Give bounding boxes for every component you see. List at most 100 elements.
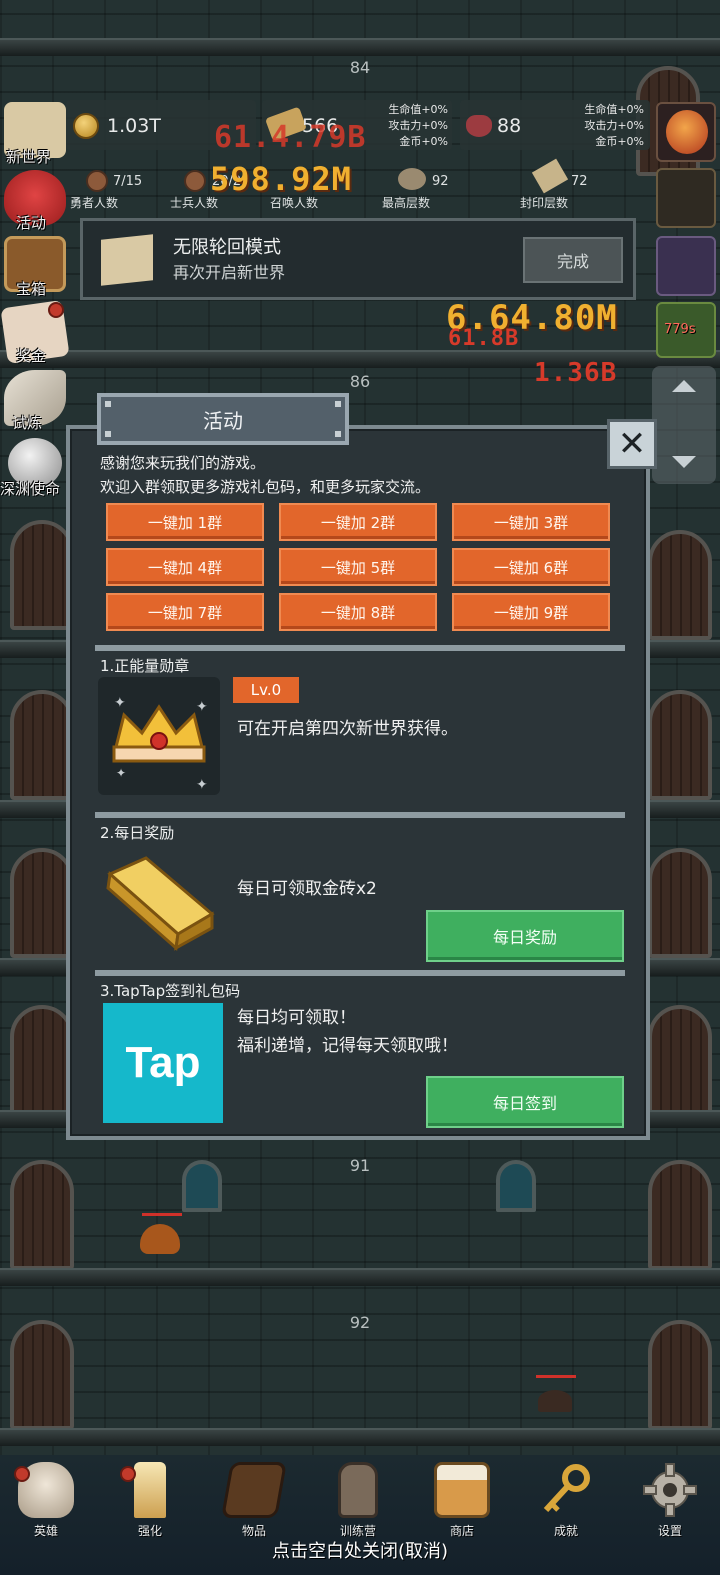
gem-amount: 88 xyxy=(497,115,522,137)
dungeon-window xyxy=(496,1160,536,1212)
gear-icon xyxy=(642,1462,698,1518)
left-buff-stats: 生命值+0% 攻击力+0% 金币+0% xyxy=(388,103,448,148)
section-taptap-title: 3.TapTap签到礼包码 xyxy=(100,982,241,1000)
section-medal-title: 1.正能量勋章 xyxy=(100,657,190,675)
timer-skill-icon[interactable]: 779s xyxy=(656,302,716,358)
svg-text:✦: ✦ xyxy=(116,766,126,780)
nav-training-camp[interactable]: 训练营 xyxy=(322,1462,394,1542)
intro-line-1: 感谢您来玩我们的游戏。 xyxy=(100,454,266,472)
max-floor-value: 92 xyxy=(432,174,449,189)
join-group-8-button[interactable]: 一键加 8群 xyxy=(279,593,437,631)
join-group-7-button[interactable]: 一键加 7群 xyxy=(106,593,264,631)
chevron-down-icon[interactable] xyxy=(672,456,696,468)
floor-number-92: 92 xyxy=(349,1313,371,1332)
nav-heroes[interactable]: 英雄 xyxy=(10,1462,82,1542)
rivet xyxy=(105,431,111,437)
floor-divider xyxy=(0,38,720,56)
side-menu-abyss[interactable]: 深渊使命 xyxy=(0,478,60,499)
join-group-6-button[interactable]: 一键加 6群 xyxy=(452,548,610,586)
dungeon-door xyxy=(10,520,74,630)
section-divider xyxy=(95,645,625,651)
hero-count-icon xyxy=(86,170,108,192)
nav-enhance[interactable]: 强化 xyxy=(114,1462,186,1542)
complete-button[interactable]: 完成 xyxy=(523,237,623,283)
banner-subtitle: 再次开启新世界 xyxy=(173,263,286,282)
close-icon[interactable]: ✕ xyxy=(607,419,657,469)
medal-description: 可在开启第四次新世界获得。 xyxy=(237,719,458,739)
dungeon-door xyxy=(648,848,712,958)
side-menu-activity[interactable]: 活动 xyxy=(16,212,46,233)
floor-divider xyxy=(0,1428,720,1446)
nav-settings[interactable]: 设置 xyxy=(634,1462,706,1542)
spider-monster xyxy=(538,1390,572,1412)
banner-title: 无限轮回模式 xyxy=(173,237,281,258)
taptap-logo: Tap xyxy=(103,1003,223,1123)
medal-level-badge: Lv.0 xyxy=(233,677,299,703)
chevron-up-icon[interactable] xyxy=(672,380,696,392)
join-group-4-button[interactable]: 一键加 4群 xyxy=(106,548,264,586)
notification-dot xyxy=(14,1466,30,1482)
right-buff-stats: 生命值+0% 攻击力+0% 金币+0% xyxy=(584,103,644,148)
seal-floor-value: 72 xyxy=(571,174,588,189)
section-daily-title: 2.每日奖励 xyxy=(100,824,175,842)
nav-items[interactable]: 物品 xyxy=(218,1462,290,1542)
dungeon-door xyxy=(648,1320,712,1430)
boss-portrait[interactable] xyxy=(656,102,716,162)
map-icon xyxy=(101,234,153,286)
dungeon-door xyxy=(648,1005,712,1115)
svg-text:✦: ✦ xyxy=(196,777,208,793)
side-menu-bonus[interactable]: 奖金 xyxy=(16,345,46,366)
book-icon xyxy=(221,1462,287,1518)
dungeon-door xyxy=(10,690,74,800)
daily-checkin-button[interactable]: 每日签到 xyxy=(426,1076,624,1128)
shield-skill-icon[interactable] xyxy=(656,236,716,296)
damage-number: 61.8B xyxy=(448,326,520,351)
section-divider xyxy=(95,970,625,976)
svg-text:✦: ✦ xyxy=(114,695,126,711)
medal-frame: ✦ ✦ ✦ ✦ xyxy=(98,677,220,795)
dungeon-door xyxy=(648,690,712,800)
intro-line-2: 欢迎入群领取更多游戏礼包码，和更多玩家交流。 xyxy=(100,478,431,496)
join-group-5-button[interactable]: 一键加 5群 xyxy=(279,548,437,586)
join-group-2-button[interactable]: 一键加 2群 xyxy=(279,503,437,541)
notification-dot xyxy=(120,1466,136,1482)
infinite-mode-banner: 无限轮回模式 再次开启新世界 完成 xyxy=(80,218,636,300)
dungeon-door xyxy=(648,530,712,640)
candle-skill-icon[interactable] xyxy=(656,168,716,228)
damage-number: 61.4.79B xyxy=(214,120,367,155)
meat-gem-icon xyxy=(466,115,492,137)
side-menu-trial[interactable]: 试炼 xyxy=(12,412,42,433)
max-floor-icon xyxy=(398,168,426,190)
key-icon xyxy=(538,1462,594,1518)
taptap-description-2: 福利递增，记得每天领取哦！ xyxy=(237,1036,458,1056)
side-menu-new-world[interactable]: 新世界 xyxy=(6,146,51,167)
dungeon-door xyxy=(10,1005,74,1115)
side-menu-chest[interactable]: 宝箱 xyxy=(16,278,46,299)
dungeon-window xyxy=(182,1160,222,1212)
dialog-title-text: 活动 xyxy=(203,408,243,433)
tap-outside-close-hint[interactable]: 点击空白处关闭(取消) xyxy=(0,1537,720,1563)
join-group-9-button[interactable]: 一键加 9群 xyxy=(452,593,610,631)
notification-dot xyxy=(48,302,64,318)
dungeon-door xyxy=(10,848,74,958)
section-divider xyxy=(95,812,625,818)
gold-bar-icon xyxy=(106,856,215,951)
dungeon-door xyxy=(648,1160,712,1270)
damage-number: 598.92M xyxy=(210,160,352,198)
daily-reward-button[interactable]: 每日奖励 xyxy=(426,910,624,962)
join-group-3-button[interactable]: 一键加 3群 xyxy=(452,503,610,541)
floor-scroll-control[interactable] xyxy=(652,366,716,484)
crown-medal-icon: ✦ ✦ ✦ ✦ xyxy=(112,695,208,793)
max-floor-label: 最高层数 xyxy=(382,196,431,210)
nav-shop[interactable]: 商店 xyxy=(426,1462,498,1542)
taptap-description-1: 每日均可领取！ xyxy=(237,1008,356,1028)
skill-timer: 779s xyxy=(664,322,696,337)
mug-icon xyxy=(434,1462,490,1518)
nav-achievements[interactable]: 成就 xyxy=(530,1462,602,1542)
onion-boss-icon xyxy=(666,110,708,154)
hero-count-label: 勇者人数 xyxy=(70,196,119,210)
dungeon-door xyxy=(10,1320,74,1430)
lantern-icon xyxy=(338,1462,378,1518)
monster-health-bar xyxy=(536,1375,576,1378)
join-group-1-button[interactable]: 一键加 1群 xyxy=(106,503,264,541)
